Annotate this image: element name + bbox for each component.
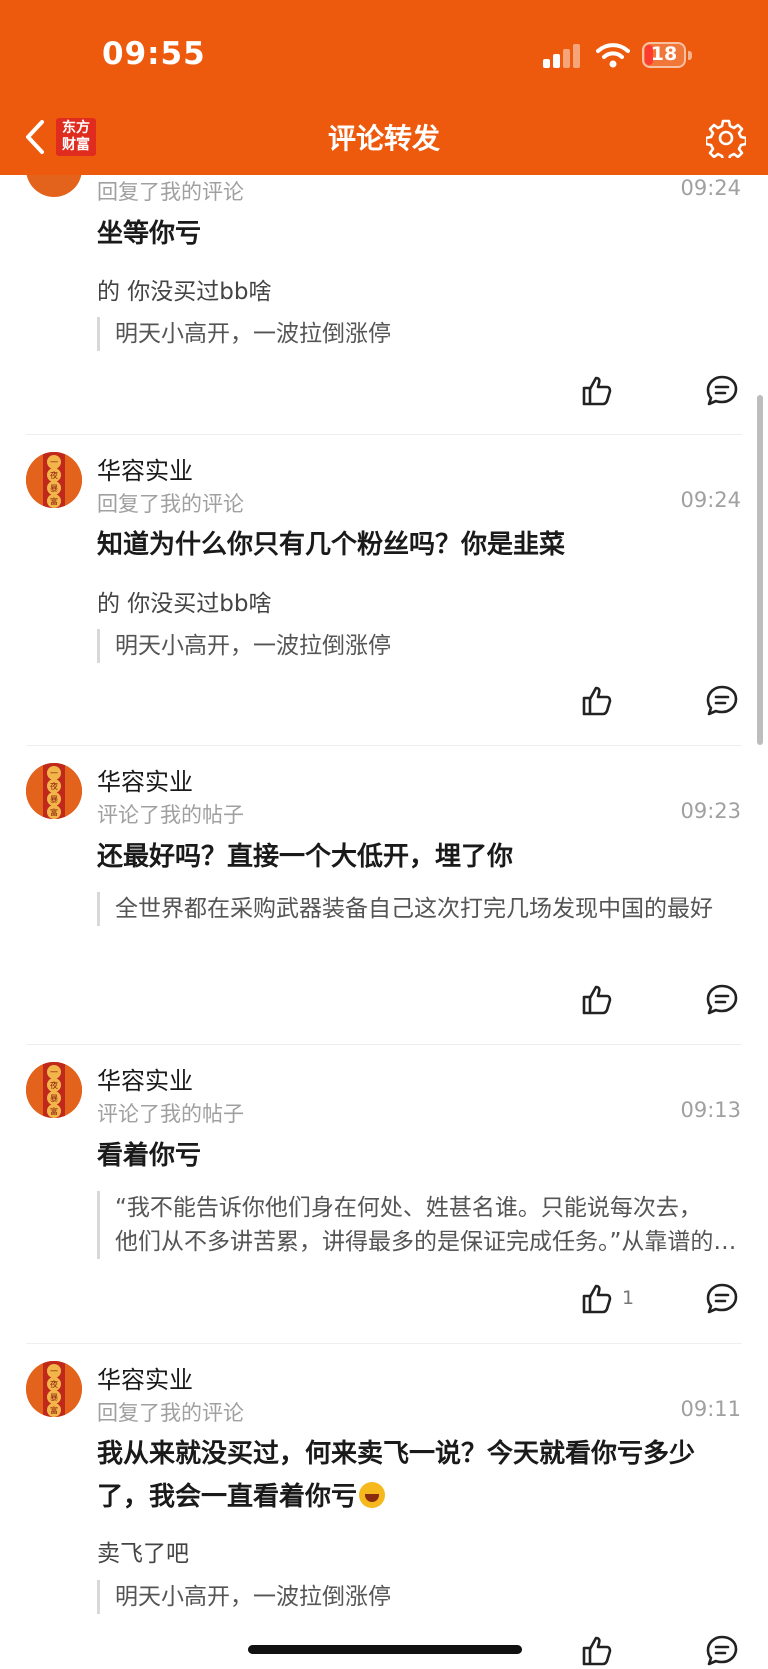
avatar[interactable]: 一 夜 暴 富: [26, 1361, 82, 1417]
like-count: 1: [622, 1287, 635, 1309]
quoted-post[interactable]: “我不能告诉你他们身在何处、姓甚名谁。只能说每次去， 他们从不多讲苦累，讲得最多…: [97, 1191, 755, 1259]
comment-text[interactable]: 还最好吗？直接一个大低开，埋了你: [97, 836, 743, 879]
username[interactable]: 华容实业: [97, 762, 193, 797]
quoted-post[interactable]: 明天小高开，一波拉倒涨停: [97, 629, 755, 663]
avatar-image: 一 夜 暴 富: [26, 452, 82, 508]
avatar[interactable]: 一 夜 暴 富: [26, 452, 82, 508]
svg-text:暴: 暴: [50, 1094, 58, 1103]
action-text: 回复了我的评论: [97, 492, 244, 516]
divider: [26, 1343, 742, 1344]
divider: [26, 434, 742, 435]
svg-text:夜: 夜: [50, 1379, 58, 1389]
comment-text[interactable]: 看着你亏: [97, 1135, 743, 1178]
svg-text:富: 富: [50, 496, 58, 506]
quoted-post[interactable]: 明天小高开，一波拉倒涨停: [97, 1580, 755, 1614]
timestamp: 09:24: [680, 488, 741, 512]
quoted-post[interactable]: 明天小高开，一波拉倒涨停: [97, 317, 755, 351]
like-icon[interactable]: [580, 374, 614, 408]
svg-text:夜: 夜: [50, 1080, 58, 1090]
reply-icon[interactable]: [705, 983, 739, 1017]
parent-comment-text: 卖飞了吧: [97, 1541, 189, 1567]
comment-text[interactable]: 知道为什么你只有几个粉丝吗？你是韭菜: [97, 524, 743, 567]
svg-text:暴: 暴: [50, 1393, 58, 1402]
battery-level: 18: [650, 43, 678, 65]
svg-text:富: 富: [50, 1106, 58, 1116]
app-header: 09:55 18 东方 财富 评论转发: [0, 0, 768, 175]
like-icon[interactable]: [580, 1634, 614, 1668]
svg-text:富: 富: [50, 807, 58, 817]
reply-icon[interactable]: [705, 1282, 739, 1316]
reply-icon[interactable]: [705, 684, 739, 718]
timestamp: 09:24: [680, 176, 741, 200]
avatar-image: 一 夜 暴 富: [26, 1361, 82, 1417]
divider: [26, 745, 742, 746]
comment-feed[interactable]: 回复了我的评论 09:24 坐等你亏 的 你没买过bb啥 明天小高开，一波拉倒涨…: [0, 0, 768, 1669]
cellular-signal-icon: [543, 44, 580, 68]
scrollbar[interactable]: [757, 395, 763, 745]
username[interactable]: 华容实业: [97, 1061, 193, 1096]
username[interactable]: 华容实业: [97, 1360, 193, 1395]
like-icon[interactable]: [580, 983, 614, 1017]
svg-text:夜: 夜: [50, 781, 58, 791]
battery-icon: 18: [642, 42, 694, 70]
comment-text[interactable]: 我从来就没买过，何来卖飞一说？今天就看你亏多少了，我会一直看着你亏: [97, 1433, 743, 1519]
laughing-emoji-icon: [359, 1482, 386, 1508]
comment-text[interactable]: 坐等你亏: [97, 213, 743, 256]
svg-text:一: 一: [50, 1068, 58, 1077]
parent-comment-text: 的 你没买过bb啥: [97, 279, 272, 305]
like-icon[interactable]: [580, 684, 614, 718]
gear-icon[interactable]: [706, 118, 746, 158]
reply-icon[interactable]: [705, 1634, 739, 1668]
parent-comment-text: 的 你没买过bb啥: [97, 591, 272, 617]
avatar[interactable]: 一 夜 暴 富: [26, 763, 82, 819]
wifi-icon: [596, 43, 630, 68]
svg-text:暴: 暴: [50, 795, 58, 804]
page-title: 评论转发: [327, 122, 440, 155]
like-icon[interactable]: [580, 1282, 614, 1316]
action-text: 评论了我的帖子: [97, 1102, 244, 1126]
status-time: 09:55: [102, 36, 206, 72]
avatar[interactable]: 一 夜 暴 富: [26, 1062, 82, 1118]
svg-text:富: 富: [50, 1405, 58, 1415]
svg-text:夜: 夜: [50, 470, 58, 480]
svg-text:一: 一: [50, 1367, 58, 1376]
timestamp: 09:11: [680, 1397, 741, 1421]
home-indicator[interactable]: [248, 1645, 522, 1654]
quoted-post-line: 他们从不多讲苦累，讲得最多的是保证完成任务。”从靠谱的渠道获悉: [115, 1229, 741, 1255]
avatar-image: 一 夜 暴 富: [26, 763, 82, 819]
svg-text:一: 一: [50, 769, 58, 778]
action-text: 评论了我的帖子: [97, 803, 244, 827]
action-text: 回复了我的评论: [97, 180, 244, 204]
quoted-post-line: “我不能告诉你他们身在何处、姓甚名谁。只能说每次去，: [115, 1195, 702, 1221]
divider: [26, 1044, 742, 1045]
comment-text-body: 我从来就没买过，何来卖飞一说？今天就看你亏多少了，我会一直看着你亏: [97, 1439, 696, 1512]
quoted-post[interactable]: 全世界都在采购武器装备自己这次打完几场发现中国的最好: [97, 892, 745, 926]
svg-text:暴: 暴: [50, 484, 58, 493]
action-text: 回复了我的评论: [97, 1401, 244, 1425]
timestamp: 09:13: [680, 1098, 741, 1122]
timestamp: 09:23: [680, 799, 741, 823]
username[interactable]: 华容实业: [97, 451, 193, 486]
reply-icon[interactable]: [705, 374, 739, 408]
avatar-image: 一 夜 暴 富: [26, 1062, 82, 1118]
svg-text:一: 一: [50, 458, 58, 467]
